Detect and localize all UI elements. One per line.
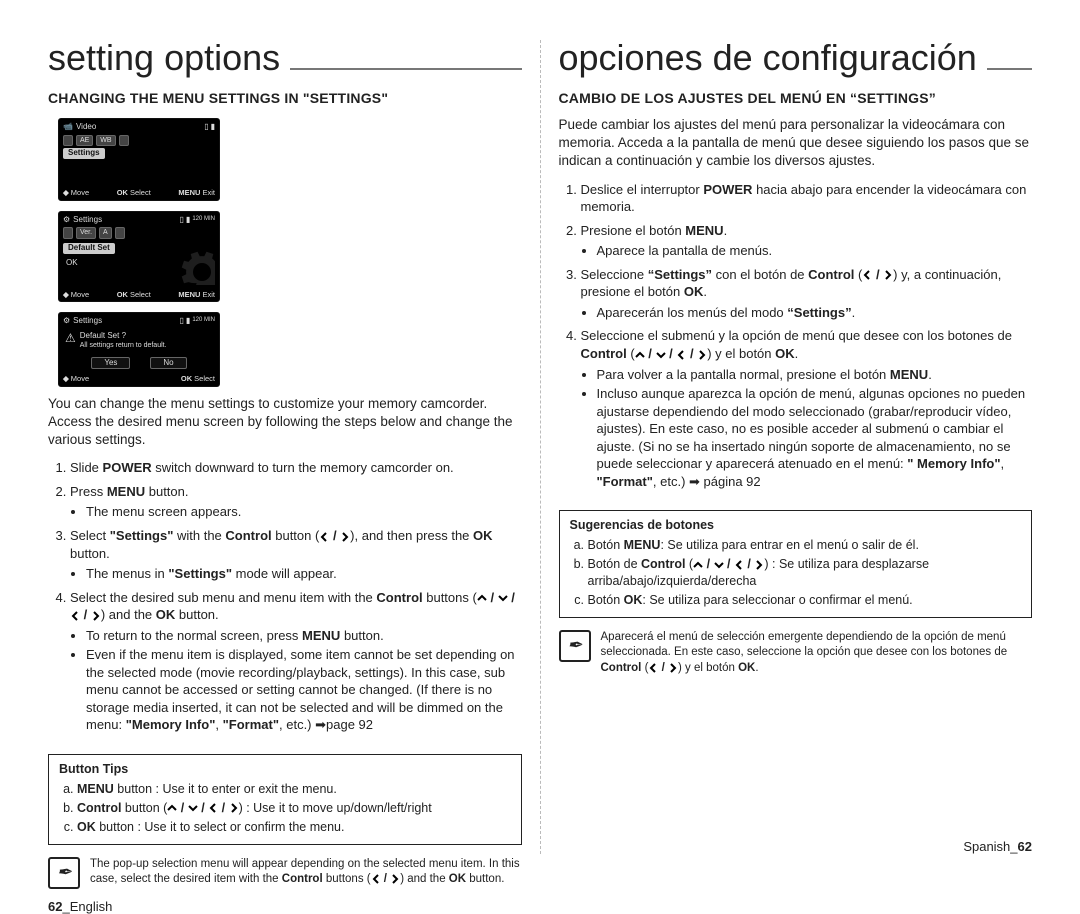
spanish-column: opciones de configuración CAMBIO DE LOS … <box>541 40 1051 854</box>
step-4: Select the desired sub menu and menu ite… <box>70 589 522 734</box>
note-english: ✒ The pop-up selection menu will appear … <box>48 857 522 889</box>
warning-icon: ⚠ <box>65 332 76 345</box>
steps-english: Slide POWER switch downward to turn the … <box>48 459 522 740</box>
lcd-screen-video: 📹 Video ▯▮ AEWB Settings ◆ Move OK Selec… <box>58 118 220 201</box>
title-english: setting options <box>48 40 280 76</box>
steps-spanish: Deslice el interruptor POWER hacia abajo… <box>559 181 1033 497</box>
button-tips-english: Button Tips MENU button : Use it to ente… <box>48 754 522 845</box>
title-rule <box>290 68 521 70</box>
button-tips-spanish: Sugerencias de botones Botón MENU: Se ut… <box>559 510 1033 617</box>
english-column: setting options CHANGING THE MENU SETTIN… <box>30 40 541 854</box>
lcd-screen-settings: ⚙ Settings ▯▮120 MIN Ver.A Default Set O… <box>58 211 220 303</box>
title-spanish: opciones de configuración <box>559 40 977 76</box>
card-icon: ▯ <box>204 123 208 132</box>
step-2: Press MENU button. The menu screen appea… <box>70 483 522 521</box>
section-heading-spanish: CAMBIO DE LOS AJUSTES DEL MENÚ EN “SETTI… <box>559 90 1033 106</box>
manual-page: setting options CHANGING THE MENU SETTIN… <box>0 0 1080 874</box>
footer-spanish: Spanish_62 <box>559 829 1033 854</box>
yes-button: Yes <box>91 357 130 370</box>
section-heading-english: CHANGING THE MENU SETTINGS IN "SETTINGS" <box>48 90 522 106</box>
lcd-screens: 📹 Video ▯▮ AEWB Settings ◆ Move OK Selec… <box>58 118 220 387</box>
lcd-screen-default-set: ⚙ Settings ▯▮120 MIN ⚠ Default Set ? All… <box>58 312 220 386</box>
footer-english: 62_English <box>48 889 522 914</box>
step-3: Select "Settings" with the Control butto… <box>70 527 522 583</box>
no-button: No <box>150 357 186 370</box>
note-icon: ✒ <box>48 857 80 889</box>
intro-spanish: Puede cambiar los ajustes del menú para … <box>559 116 1033 171</box>
battery-icon: ▮ <box>211 123 215 132</box>
step-1: Slide POWER switch downward to turn the … <box>70 459 522 477</box>
gear-icon: ⚙ <box>63 216 70 225</box>
video-icon: 📹 <box>63 123 73 132</box>
intro-english: You can change the menu settings to cust… <box>48 395 522 450</box>
note-spanish: ✒ Aparecerá el menú de selección emergen… <box>559 630 1033 677</box>
